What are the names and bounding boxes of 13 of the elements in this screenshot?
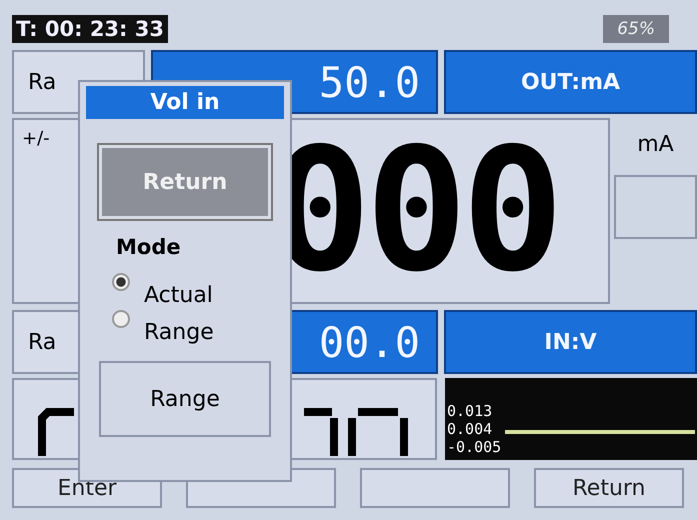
dialog-title: Vol in [86,86,284,119]
mode-label: Mode [116,235,181,259]
sign-label: +/- [22,128,50,149]
option-label: Actual [144,283,213,308]
axis-label: -0.005 [447,438,502,456]
timer: T: 00: 23: 33 [12,15,168,43]
unit-label: mA [637,132,674,157]
input-mode-label: IN:V [444,310,697,374]
axis-label: 0.013 [447,402,494,420]
reading-display: 000 [268,126,558,296]
axis-label: 0.004 [447,420,494,438]
output-mode-label: OUT:mA [444,50,697,114]
battery-level: 65% [603,15,669,43]
